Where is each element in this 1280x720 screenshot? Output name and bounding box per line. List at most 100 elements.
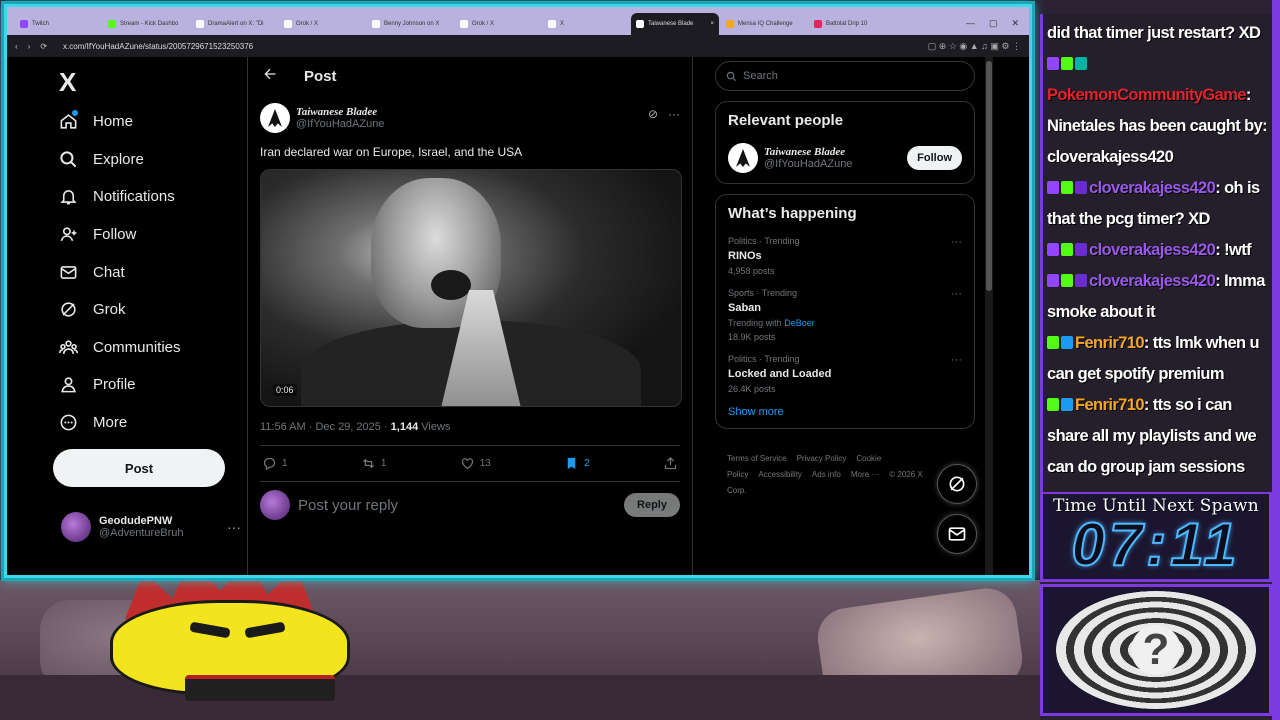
footer-link[interactable]: More ··· <box>851 470 879 479</box>
chat-username[interactable]: PokemonCommunityGame <box>1047 86 1246 104</box>
browser-tab[interactable]: Taiwanese Blade × <box>631 13 719 35</box>
minimize-icon[interactable]: — <box>966 18 975 29</box>
trend-context: Politics · Trending <box>728 236 800 246</box>
browser-tab[interactable]: Twitch <box>15 13 101 35</box>
reload-icon[interactable]: ⟳ <box>40 42 47 51</box>
forward-icon[interactable]: › <box>28 42 31 51</box>
relevant-person[interactable]: Taiwanese Bladee @IfYouHadAZune Follow <box>728 143 962 173</box>
trend-more-icon[interactable]: ··· <box>951 236 962 248</box>
trend-item[interactable]: Sports · Trending Saban Trending with DeBo… <box>728 288 962 342</box>
chat-message: did that timer just restart? XD <box>1047 18 1268 49</box>
browser-tab[interactable]: Grok / X <box>279 13 365 35</box>
author-name[interactable]: Taiwanese Bladee <box>296 106 384 118</box>
nav-item-home[interactable]: Home <box>45 103 247 141</box>
trend-more-icon[interactable]: ··· <box>951 354 962 366</box>
post-time[interactable]: 11:56 AM <box>260 421 306 433</box>
post-date[interactable]: Dec 29, 2025 <box>315 421 380 433</box>
browser-tab[interactable]: Battolat Drip 10 <box>809 13 895 35</box>
chat-username[interactable]: Fenrir710 <box>1075 334 1144 352</box>
post-author: Taiwanese Bladee @IfYouHadAZune ⊘ ··· <box>260 103 680 133</box>
tab-label: Grok / X <box>472 21 495 27</box>
follow-button[interactable]: Follow <box>907 146 962 170</box>
person-handle[interactable]: @IfYouHadAZune <box>764 158 852 170</box>
chat-username[interactable]: cloverakajess420 <box>1089 272 1216 290</box>
chat-username[interactable]: Fenrir710 <box>1075 396 1144 414</box>
footer-link[interactable]: Terms of Service <box>727 454 787 463</box>
pokeball-ring: ? <box>1056 591 1256 709</box>
chat-username[interactable]: cloverakajess420 <box>1089 241 1216 259</box>
messages-float-button[interactable] <box>937 514 977 554</box>
maximize-icon[interactable]: ▢ <box>989 18 998 29</box>
chat-badge-icon <box>1075 243 1087 256</box>
grok-icon[interactable]: ⊘ <box>648 107 658 121</box>
close-tab-icon[interactable]: × <box>710 21 714 27</box>
reply-button[interactable]: Reply <box>624 493 680 517</box>
browser-tab[interactable]: Grok / X <box>455 13 541 35</box>
footer-link[interactable]: Ads info <box>812 470 841 479</box>
person-name[interactable]: Taiwanese Bladee <box>764 146 852 158</box>
reply-count: 1 <box>282 458 288 469</box>
trend-list: Politics · Trending RINOs 4,958 posts ··· Sp… <box>728 236 962 394</box>
nav-item-chat[interactable]: Chat <box>45 253 247 291</box>
repost-action[interactable]: 1 <box>361 456 386 471</box>
nav-item-grok[interactable]: Grok <box>45 291 247 329</box>
nav-item-notifications[interactable]: Notifications <box>45 178 247 216</box>
tab-favicon-icon <box>196 20 204 28</box>
search-input[interactable]: Search <box>715 61 975 91</box>
page-scrollbar[interactable] <box>985 57 993 575</box>
video-subject-mouth <box>431 270 471 300</box>
tab-favicon-icon <box>726 20 734 28</box>
share-action[interactable] <box>663 456 678 471</box>
close-window-icon[interactable]: ✕ <box>1011 18 1019 29</box>
show-more-link[interactable]: Show more <box>728 406 962 418</box>
nav-item-explore[interactable]: Explore <box>45 141 247 179</box>
author-handle[interactable]: @IfYouHadAZune <box>296 118 384 130</box>
chat-username[interactable]: cloverakajess420 <box>1089 179 1216 197</box>
browser-tab[interactable]: X <box>543 13 629 35</box>
trend-item[interactable]: Politics · Trending RINOs 4,958 posts ··· <box>728 236 962 276</box>
nav-item-label: Home <box>93 113 134 131</box>
more-dots-icon[interactable]: ··· <box>668 107 680 121</box>
browser-tab[interactable]: Mensa IQ Challenge <box>721 13 807 35</box>
reply-action[interactable]: 1 <box>262 456 288 471</box>
back-arrow-icon[interactable] <box>262 66 278 86</box>
author-avatar[interactable] <box>260 103 290 133</box>
nav-item-follow[interactable]: Follow <box>45 216 247 254</box>
browser-tab[interactable]: DramaAlert on X: "Di <box>191 13 277 35</box>
trend-more-icon[interactable]: ··· <box>951 288 962 300</box>
post-button[interactable]: Post <box>53 449 225 488</box>
reply-input[interactable]: Post your reply <box>298 497 616 514</box>
repost-icon <box>362 458 374 469</box>
extension-icons[interactable]: ▢ ⊕ ☆ ◉ ▲ ♫ ▣ ⚙ ⋮ <box>928 41 1021 52</box>
account-more-icon[interactable]: ··· <box>227 519 241 535</box>
trend-title: Saban <box>728 302 762 314</box>
bookmark-action[interactable]: 2 <box>564 456 590 471</box>
browser-tab[interactable]: Stream - Kick Dashbo <box>103 13 189 35</box>
back-icon[interactable]: ‹ <box>15 42 18 51</box>
footer-link[interactable]: Accessibility <box>758 470 802 479</box>
nav-item-communities[interactable]: Communities <box>45 329 247 367</box>
more-circle-icon <box>57 412 79 434</box>
window-controls[interactable]: — ▢ ✕ <box>956 18 1029 35</box>
nav-item-profile[interactable]: Profile <box>45 366 247 404</box>
person-avatar[interactable] <box>728 143 758 173</box>
x-logo[interactable]: X <box>59 67 247 103</box>
tab-favicon-icon <box>460 20 468 28</box>
browser-tab[interactable]: Benny Johnson on X <box>367 13 453 35</box>
tab-label: Benny Johnson on X <box>384 21 440 27</box>
trend-count: 4,958 posts <box>728 266 775 276</box>
footer-link[interactable]: Privacy Policy <box>797 454 847 463</box>
tab-label: DramaAlert on X: "Di <box>208 21 264 27</box>
nav-item-more[interactable]: More <box>45 404 247 442</box>
chat-message: cloverakajess420: !wtf <box>1047 235 1268 266</box>
like-action[interactable]: 13 <box>460 456 491 471</box>
trend-item[interactable]: Politics · Trending Locked and Loaded 26.4… <box>728 354 962 394</box>
account-switcher[interactable]: GeodudePNW @AdventureBruh ··· <box>61 512 241 542</box>
post-video[interactable]: 0:06 <box>260 169 682 407</box>
grok-float-button[interactable] <box>937 464 977 504</box>
url-field[interactable]: x.com/IfYouHadAZune/status/2005729671523… <box>57 42 918 51</box>
avatar <box>61 512 91 542</box>
post-detail-column: Post Taiwanese Bladee @IfYouHadAZune ⊘ ·… <box>247 57 693 575</box>
trend-with-link[interactable]: DeBoer <box>784 318 815 328</box>
views-label: Views <box>421 421 451 433</box>
